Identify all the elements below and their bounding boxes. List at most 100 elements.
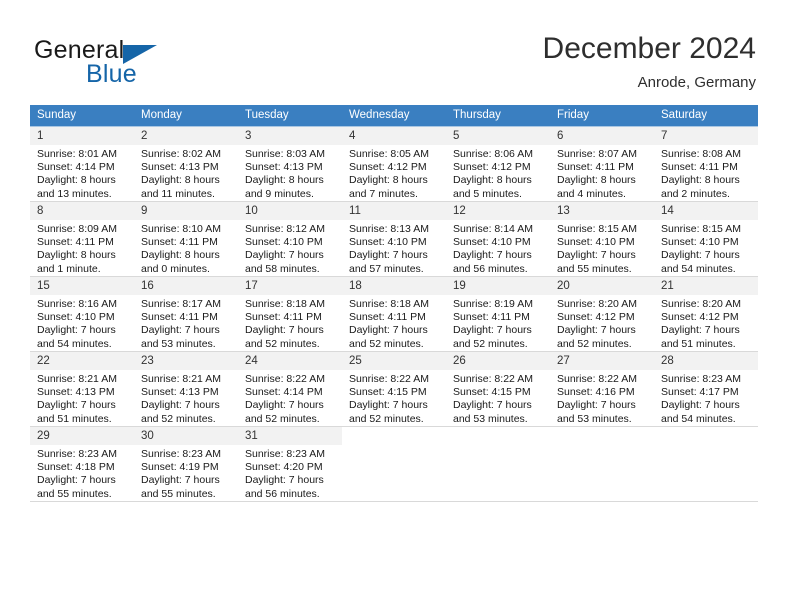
daylight-text-line2: and 54 minutes. [37,337,112,350]
day-cell[interactable]: 27 Sunrise: 8:22 AM Sunset: 4:16 PM Dayligh… [550,351,654,427]
day-cell[interactable]: 26 Sunrise: 8:22 AM Sunset: 4:15 PM Dayligh… [446,351,550,427]
day-cell[interactable]: 20 Sunrise: 8:20 AM Sunset: 4:12 PM Dayligh… [550,276,654,352]
day-cell[interactable]: 29 Sunrise: 8:23 AM Sunset: 4:18 PM Dayligh… [30,426,134,502]
daylight-text-line2: and 0 minutes. [141,262,210,275]
sunrise-text: Sunrise: 8:22 AM [245,373,325,385]
sunset-text: Sunset: 4:11 PM [245,311,322,324]
calendar-page: General Blue December 2024 Anrode, Germa… [0,0,792,612]
day-cell[interactable]: 1 Sunrise: 8:01 AM Sunset: 4:14 PM Daylight… [30,126,134,202]
sunrise-text: Sunrise: 8:20 AM [557,298,637,310]
daylight-text-line1: Daylight: 7 hours [453,249,532,262]
sunset-text: Sunset: 4:10 PM [557,236,635,249]
day-cell[interactable]: 19 Sunrise: 8:19 AM Sunset: 4:11 PM Dayligh… [446,276,550,352]
sunrise-text: Sunrise: 8:15 AM [557,223,637,235]
daylight-text-line1: Daylight: 7 hours [557,249,636,262]
daylight-text-line2: and 52 minutes. [141,412,216,425]
daylight-text-line1: Daylight: 7 hours [37,474,116,487]
day-cell[interactable]: 4 Sunrise: 8:05 AM Sunset: 4:12 PM Daylight… [342,126,446,202]
day-cell[interactable]: 13 Sunrise: 8:15 AM Sunset: 4:10 PM Dayligh… [550,201,654,277]
daylight-text-line1: Daylight: 8 hours [557,174,636,187]
day-number: 18 [342,277,446,295]
day-cell[interactable]: 24 Sunrise: 8:22 AM Sunset: 4:14 PM Dayligh… [238,351,342,427]
sunset-text: Sunset: 4:17 PM [661,386,739,399]
daylight-text-line2: and 52 minutes. [245,412,320,425]
daylight-text-line1: Daylight: 8 hours [141,249,220,262]
day-number: 24 [238,352,342,370]
sunrise-text: Sunrise: 8:02 AM [141,148,221,160]
sunset-text: Sunset: 4:11 PM [141,236,218,249]
weekday-header-monday: Monday [134,105,238,127]
daylight-text-line1: Daylight: 7 hours [37,324,116,337]
day-cell[interactable]: 25 Sunrise: 8:22 AM Sunset: 4:15 PM Dayligh… [342,351,446,427]
sunset-text: Sunset: 4:11 PM [349,311,426,324]
day-cell[interactable]: 17 Sunrise: 8:18 AM Sunset: 4:11 PM Dayligh… [238,276,342,352]
general-blue-logo[interactable]: General Blue [34,36,254,92]
day-cell[interactable]: 7 Sunrise: 8:08 AM Sunset: 4:11 PM Daylight… [654,126,758,202]
sunrise-text: Sunrise: 8:10 AM [141,223,221,235]
sunset-text: Sunset: 4:14 PM [37,161,115,174]
daylight-text-line1: Daylight: 8 hours [453,174,532,187]
daylight-text-line1: Daylight: 7 hours [453,324,532,337]
daylight-text-line1: Daylight: 8 hours [245,174,324,187]
daylight-text-line2: and 55 minutes. [37,487,112,500]
day-cell[interactable]: 3 Sunrise: 8:03 AM Sunset: 4:13 PM Daylight… [238,126,342,202]
sunset-text: Sunset: 4:13 PM [245,161,323,174]
daylight-text-line2: and 54 minutes. [661,262,736,275]
day-number: 23 [134,352,238,370]
day-number: 5 [446,127,550,145]
sunrise-text: Sunrise: 8:14 AM [453,223,533,235]
day-cell[interactable]: 6 Sunrise: 8:07 AM Sunset: 4:11 PM Daylight… [550,126,654,202]
sunset-text: Sunset: 4:15 PM [453,386,531,399]
daylight-text-line1: Daylight: 7 hours [557,324,636,337]
day-number: 9 [134,202,238,220]
sunset-text: Sunset: 4:12 PM [349,161,427,174]
sunrise-text: Sunrise: 8:22 AM [557,373,637,385]
daylight-text-line2: and 1 minute. [37,262,101,275]
day-cell[interactable]: 12 Sunrise: 8:14 AM Sunset: 4:10 PM Dayligh… [446,201,550,277]
sunset-text: Sunset: 4:10 PM [453,236,531,249]
daylight-text-line2: and 53 minutes. [141,337,216,350]
daylight-text-line2: and 51 minutes. [37,412,112,425]
day-cell[interactable]: 30 Sunrise: 8:23 AM Sunset: 4:19 PM Dayligh… [134,426,238,502]
logo-text-blue: Blue [86,60,137,88]
sunrise-text: Sunrise: 8:21 AM [37,373,117,385]
daylight-text-line2: and 5 minutes. [453,187,522,200]
day-number: 4 [342,127,446,145]
day-cell[interactable]: 16 Sunrise: 8:17 AM Sunset: 4:11 PM Dayligh… [134,276,238,352]
day-number [550,427,654,445]
sunrise-text: Sunrise: 8:12 AM [245,223,325,235]
day-cell[interactable]: 10 Sunrise: 8:12 AM Sunset: 4:10 PM Dayligh… [238,201,342,277]
daylight-text-line1: Daylight: 7 hours [661,324,740,337]
day-number: 26 [446,352,550,370]
sunrise-text: Sunrise: 8:23 AM [661,373,741,385]
daylight-text-line1: Daylight: 8 hours [141,174,220,187]
day-cell[interactable]: 14 Sunrise: 8:15 AM Sunset: 4:10 PM Dayligh… [654,201,758,277]
sunrise-text: Sunrise: 8:23 AM [245,448,325,460]
daylight-text-line2: and 4 minutes. [557,187,626,200]
day-cell[interactable]: 5 Sunrise: 8:06 AM Sunset: 4:12 PM Daylight… [446,126,550,202]
sunset-text: Sunset: 4:12 PM [453,161,531,174]
sunrise-text: Sunrise: 8:20 AM [661,298,741,310]
day-cell[interactable]: 15 Sunrise: 8:16 AM Sunset: 4:10 PM Dayligh… [30,276,134,352]
day-cell[interactable]: 22 Sunrise: 8:21 AM Sunset: 4:13 PM Dayligh… [30,351,134,427]
day-number [654,427,758,445]
sunset-text: Sunset: 4:16 PM [557,386,635,399]
sunset-text: Sunset: 4:11 PM [37,236,114,249]
day-cell[interactable]: 23 Sunrise: 8:21 AM Sunset: 4:13 PM Dayligh… [134,351,238,427]
day-cell[interactable]: 21 Sunrise: 8:20 AM Sunset: 4:12 PM Dayligh… [654,276,758,352]
daylight-text-line2: and 9 minutes. [245,187,314,200]
sunset-text: Sunset: 4:13 PM [141,161,219,174]
day-cell[interactable]: 28 Sunrise: 8:23 AM Sunset: 4:17 PM Dayligh… [654,351,758,427]
sunrise-text: Sunrise: 8:15 AM [661,223,741,235]
sunset-text: Sunset: 4:10 PM [245,236,323,249]
day-cell[interactable]: 11 Sunrise: 8:13 AM Sunset: 4:10 PM Dayligh… [342,201,446,277]
day-cell[interactable]: 2 Sunrise: 8:02 AM Sunset: 4:13 PM Daylight… [134,126,238,202]
daylight-text-line1: Daylight: 7 hours [245,324,324,337]
day-cell[interactable]: 31 Sunrise: 8:23 AM Sunset: 4:20 PM Dayligh… [238,426,342,502]
calendar-body: 1 Sunrise: 8:01 AM Sunset: 4:14 PM Daylight… [30,126,758,502]
sunrise-text: Sunrise: 8:13 AM [349,223,429,235]
sunrise-text: Sunrise: 8:23 AM [141,448,221,460]
day-cell[interactable]: 18 Sunrise: 8:18 AM Sunset: 4:11 PM Dayligh… [342,276,446,352]
day-cell[interactable]: 9 Sunrise: 8:10 AM Sunset: 4:11 PM Daylight… [134,201,238,277]
day-cell[interactable]: 8 Sunrise: 8:09 AM Sunset: 4:11 PM Daylight… [30,201,134,277]
